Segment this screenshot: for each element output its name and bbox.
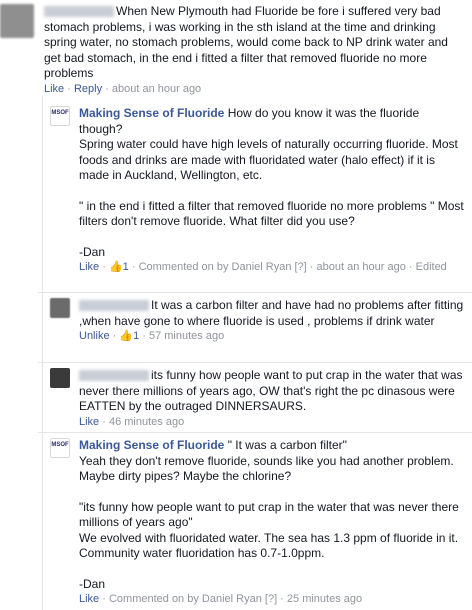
reply: It was a carbon filter and have had no p… xyxy=(0,292,472,358)
like-link[interactable]: Like xyxy=(79,261,99,273)
timestamp[interactable]: 57 minutes ago xyxy=(149,330,224,342)
timestamp[interactable]: about an hour ago xyxy=(317,261,406,273)
reply-meta: Unlike · 👍1 · 57 minutes ago xyxy=(79,330,225,342)
like-link[interactable]: Like xyxy=(79,593,99,605)
commented-by[interactable]: Commented on by Daniel Ryan xyxy=(109,593,262,605)
like-count[interactable]: 1 xyxy=(123,261,129,273)
avatar[interactable]: MSOF xyxy=(50,106,70,126)
timestamp[interactable]: 25 minutes ago xyxy=(287,593,362,605)
reply-line: -Dan xyxy=(79,244,106,259)
reply-line: -Dan xyxy=(79,576,106,591)
like-count[interactable]: 1 xyxy=(133,330,139,342)
reply-link[interactable]: Reply xyxy=(74,83,102,95)
help-link[interactable]: [?] xyxy=(295,261,307,273)
reply-line: "its funny how people want to put crap i… xyxy=(79,499,459,530)
help-link[interactable]: [?] xyxy=(265,593,277,605)
reply-body: Making Sense of Fluoride " It was a carb… xyxy=(79,438,464,607)
comment-body: When New Plymouth had Fluoride be fore i… xyxy=(44,4,462,97)
author-name-redacted[interactable] xyxy=(79,370,149,382)
avatar[interactable] xyxy=(0,4,34,38)
reply: its funny how people want to put crap in… xyxy=(0,362,472,430)
reply-line: " It was a carbon filter" xyxy=(227,438,347,452)
author-name-redacted[interactable] xyxy=(44,6,114,18)
avatar-logo-text: MSOF xyxy=(51,110,69,116)
reply-line: " in the end i fitted a filter that remo… xyxy=(79,198,464,229)
reply-body: Making Sense of Fluoride How do you know… xyxy=(79,106,464,275)
author-name[interactable]: Making Sense of Fluoride xyxy=(79,438,224,452)
edited-label[interactable]: Edited xyxy=(416,261,447,273)
reply-meta: Like · Commented on by Daniel Ryan [?] ·… xyxy=(79,593,363,605)
comment-thread: When New Plymouth had Fluoride be fore i… xyxy=(0,0,472,610)
reply-line: We evolved with fluoridated water. The s… xyxy=(79,530,459,561)
avatar[interactable] xyxy=(50,298,70,318)
commented-by[interactable]: Commented on by Daniel Ryan xyxy=(139,261,292,273)
avatar-logo-text: MSOF xyxy=(51,442,69,448)
like-link[interactable]: Like xyxy=(44,83,64,95)
author-name-redacted[interactable] xyxy=(79,300,149,312)
timestamp[interactable]: 46 minutes ago xyxy=(109,416,184,428)
reply-line: Spring water could have high levels of n… xyxy=(79,137,458,182)
reply-line: Yeah they don't remove fluoride, sounds … xyxy=(79,453,454,484)
reply: MSOF Making Sense of Fluoride " It was a… xyxy=(0,432,472,608)
thumbs-up-icon[interactable]: 👍 xyxy=(119,330,133,342)
reply-body: It was a carbon filter and have had no p… xyxy=(79,298,464,344)
avatar[interactable]: MSOF xyxy=(50,438,70,458)
reply-body: its funny how people want to put crap in… xyxy=(79,368,464,430)
reply: MSOF Making Sense of Fluoride How do you… xyxy=(0,106,472,290)
reply-meta: Like · 👍1 · Commented on by Daniel Ryan … xyxy=(79,261,447,273)
thumbs-up-icon[interactable]: 👍 xyxy=(109,261,123,273)
author-name[interactable]: Making Sense of Fluoride xyxy=(79,106,224,120)
comment: When New Plymouth had Fluoride be fore i… xyxy=(0,0,472,98)
like-link[interactable]: Like xyxy=(79,416,99,428)
unlike-link[interactable]: Unlike xyxy=(79,330,110,342)
avatar[interactable] xyxy=(50,368,70,388)
timestamp[interactable]: about an hour ago xyxy=(112,83,201,95)
comment-meta: Like · Reply · about an hour ago xyxy=(44,82,202,95)
reply-meta: Like · 46 minutes ago xyxy=(79,415,185,428)
